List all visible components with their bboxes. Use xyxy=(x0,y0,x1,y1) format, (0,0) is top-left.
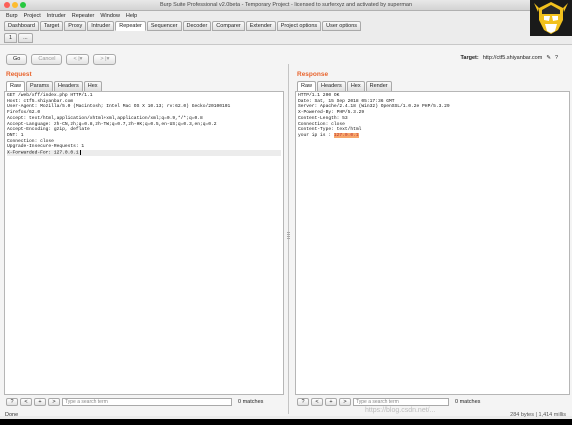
divider-grip-icon[interactable] xyxy=(287,232,290,240)
repeater-subtabs: 1 ... xyxy=(4,33,33,43)
target-display: Target: http://ctf5.shiyanbar.com ✎ ? xyxy=(460,55,558,61)
tab-dashboard[interactable]: Dashboard xyxy=(4,21,39,31)
edit-target-icon[interactable]: ✎ xyxy=(546,55,551,61)
status-text: Done xyxy=(5,412,19,418)
text-caret xyxy=(79,150,81,156)
response-size: 284 bytes | 1,414 millis xyxy=(510,412,566,418)
repeater-tab-new[interactable]: ... xyxy=(18,33,33,43)
tab-comparer[interactable]: Comparer xyxy=(212,21,245,31)
menu-burp[interactable]: Burp xyxy=(6,13,18,19)
search-next-button[interactable]: > xyxy=(339,398,351,406)
menu-window[interactable]: Window xyxy=(100,13,120,19)
target-url: http://ctf5.shiyanbar.com xyxy=(482,55,543,61)
menu-project[interactable]: Project xyxy=(24,13,41,19)
menu-repeater[interactable]: Repeater xyxy=(72,13,95,19)
search-add-button[interactable]: + xyxy=(325,398,337,406)
xff-header-text: X-Forwarded-For: 127.0.0.1 xyxy=(7,150,79,156)
request-line-current: X-Forwarded-For: 127.0.0.1 xyxy=(7,150,281,157)
response-search-bar: ? < + > Type a search term 0 matches xyxy=(297,398,480,406)
search-add-button[interactable]: + xyxy=(34,398,46,406)
go-button[interactable]: Go xyxy=(6,54,28,65)
menu-help[interactable]: Help xyxy=(126,13,137,19)
response-body-line: your ip is : 127.0.0.1 xyxy=(298,132,567,139)
request-match-count: 0 matches xyxy=(238,399,264,405)
watermark-text: https://blog.csdn.net/... xyxy=(365,407,436,414)
tab-intruder[interactable]: Intruder xyxy=(87,21,115,31)
tab-repeater[interactable]: Repeater xyxy=(115,21,146,31)
main-tabs: Dashboard Target Proxy Intruder Repeater… xyxy=(4,21,362,31)
screen-border xyxy=(0,419,572,425)
menu-bar: Burp Project Intruder Repeater Window He… xyxy=(0,11,572,20)
search-help-button[interactable]: ? xyxy=(6,398,18,406)
status-bar: Done 284 bytes | 1,414 millis xyxy=(0,410,572,419)
tab-project-options[interactable]: Project options xyxy=(276,21,322,31)
search-next-button[interactable]: > xyxy=(48,398,60,406)
menu-intruder[interactable]: Intruder xyxy=(47,13,66,19)
tab-decoder[interactable]: Decoder xyxy=(182,21,212,31)
response-viewer[interactable]: HTTP/1.1 200 OK Date: Sat, 15 Sep 2018 0… xyxy=(295,91,570,395)
tab-extender[interactable]: Extender xyxy=(245,21,276,31)
brand-logo xyxy=(530,0,572,36)
window-title: Burp Suite Professional v2.0beta - Tempo… xyxy=(159,2,413,8)
request-search-input[interactable]: Type a search term xyxy=(62,398,232,406)
tab-sequencer[interactable]: Sequencer xyxy=(146,21,182,31)
forward-button[interactable]: > |▾ xyxy=(93,54,117,65)
response-match-count: 0 matches xyxy=(455,399,481,405)
title-bar: Burp Suite Professional v2.0beta - Tempo… xyxy=(0,0,572,11)
search-help-button[interactable]: ? xyxy=(297,398,309,406)
target-label: Target: xyxy=(460,55,479,61)
request-editor[interactable]: GET /web/xff/index.php HTTP/1.1 Host: ct… xyxy=(4,91,284,395)
request-title: Request xyxy=(6,71,32,78)
request-search-bar: ? < + > Type a search term 0 matches xyxy=(6,398,263,406)
tab-proxy[interactable]: Proxy xyxy=(64,21,87,31)
response-title: Response xyxy=(297,71,329,78)
tab-user-options[interactable]: User options xyxy=(322,21,362,31)
search-prev-button[interactable]: < xyxy=(20,398,32,406)
response-search-input[interactable]: Type a search term xyxy=(353,398,449,406)
response-body-text: your ip is : xyxy=(298,132,332,138)
search-prev-button[interactable]: < xyxy=(311,398,323,406)
repeater-tab-1[interactable]: 1 xyxy=(4,33,18,43)
repeater-toolbar: Go Cancel < |▾ > |▾ xyxy=(6,54,117,65)
tab-target[interactable]: Target xyxy=(39,21,64,31)
burp-window: Burp Suite Professional v2.0beta - Tempo… xyxy=(0,0,572,425)
help-icon[interactable]: ? xyxy=(555,55,558,61)
back-button[interactable]: < |▾ xyxy=(66,54,90,65)
helmet-logo-icon xyxy=(530,0,572,36)
response-ip-value: 127.0.0.1 xyxy=(333,132,359,138)
cancel-button[interactable]: Cancel xyxy=(31,54,63,65)
